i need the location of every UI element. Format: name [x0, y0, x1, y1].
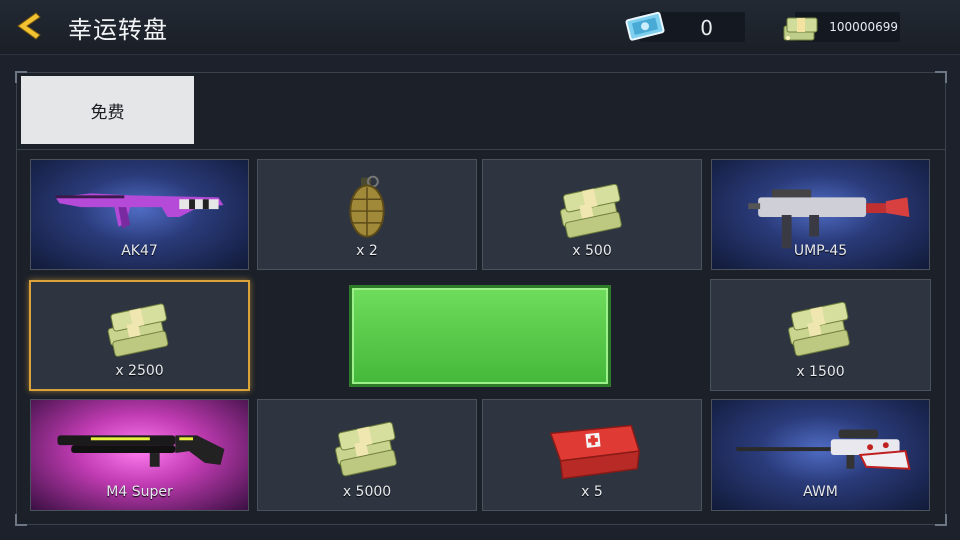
reward-slot-grenade[interactable]: x 2: [257, 159, 477, 270]
reward-slot-cash-2500[interactable]: x 2500: [29, 280, 250, 391]
ticket-balance: 0: [625, 11, 745, 42]
page-title: 幸运转盘: [68, 16, 168, 44]
tab-row: 免费: [17, 73, 945, 150]
reward-slot-cash-1500[interactable]: x 1500: [710, 279, 931, 391]
cash-balance: 100000699: [783, 12, 900, 42]
reward-slot-medkit[interactable]: x 5: [482, 399, 702, 511]
reward-label: x 5: [581, 484, 603, 500]
back-button[interactable]: [14, 10, 44, 42]
reward-label: x 2500: [115, 363, 164, 379]
reward-label: x 1500: [796, 364, 845, 380]
top-bar: 幸运转盘 0 100000699: [0, 0, 960, 55]
reward-slot-cash-500[interactable]: x 500: [482, 159, 702, 270]
chevron-left-icon: [17, 12, 41, 40]
panel-corner: [935, 514, 947, 526]
cash-icon: [779, 8, 823, 50]
reward-label: x 2: [356, 243, 378, 259]
reward-slot-ump45[interactable]: UMP-45: [711, 159, 930, 270]
ticket-count: 0: [700, 16, 713, 40]
reward-label: M4 Super: [106, 484, 173, 500]
reward-label: AK47: [121, 243, 158, 259]
reward-slot-m4-super[interactable]: M4 Super: [30, 399, 249, 511]
panel-corner: [15, 514, 27, 526]
cash-amount: 100000699: [829, 20, 898, 34]
spin-button[interactable]: [349, 285, 611, 387]
reward-label: UMP-45: [793, 243, 848, 259]
tab-free[interactable]: 免费: [21, 76, 194, 144]
reward-label: AWM: [803, 484, 838, 500]
ticket-icon: [624, 8, 668, 48]
reward-slot-awm[interactable]: AWM: [711, 399, 930, 511]
reward-label: x 5000: [342, 484, 392, 500]
reward-slot-cash-5000[interactable]: x 5000: [257, 399, 477, 511]
reward-slot-ak47[interactable]: AK47: [30, 159, 249, 270]
reward-label: x 500: [572, 243, 612, 259]
